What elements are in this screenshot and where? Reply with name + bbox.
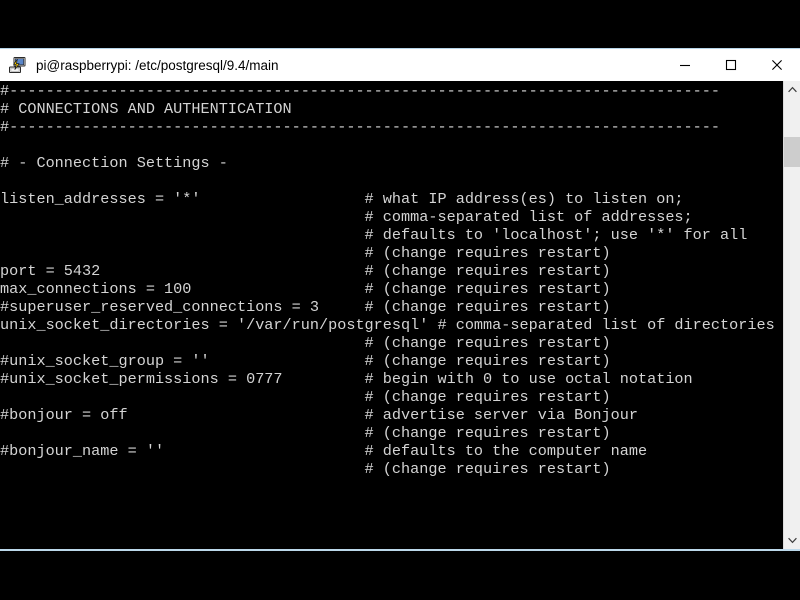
terminal-window: pi@raspberrypi: /etc/postgresql/9.4/main <box>0 48 800 551</box>
maximize-button[interactable] <box>708 49 754 81</box>
window-controls <box>662 49 800 81</box>
terminal-text: #---------------------------------------… <box>0 82 775 478</box>
chevron-up-icon <box>787 86 797 93</box>
scrollbar-thumb[interactable] <box>784 137 800 167</box>
terminal-output-area[interactable]: #---------------------------------------… <box>0 81 783 549</box>
window-title: pi@raspberrypi: /etc/postgresql/9.4/main <box>36 57 279 73</box>
desktop-background: pi@raspberrypi: /etc/postgresql/9.4/main <box>0 0 800 600</box>
minimize-button[interactable] <box>662 49 708 81</box>
maximize-icon <box>725 59 737 71</box>
terminal-body: #---------------------------------------… <box>0 81 800 549</box>
window-titlebar[interactable]: pi@raspberrypi: /etc/postgresql/9.4/main <box>0 49 800 81</box>
scroll-down-button[interactable] <box>784 532 800 549</box>
close-button[interactable] <box>754 49 800 81</box>
scroll-up-button[interactable] <box>784 81 800 98</box>
putty-terminal-icon <box>8 55 28 75</box>
minimize-icon <box>680 64 690 67</box>
close-icon <box>772 60 782 70</box>
terminal-scrollbar[interactable] <box>783 81 800 549</box>
chevron-down-icon <box>787 537 797 544</box>
